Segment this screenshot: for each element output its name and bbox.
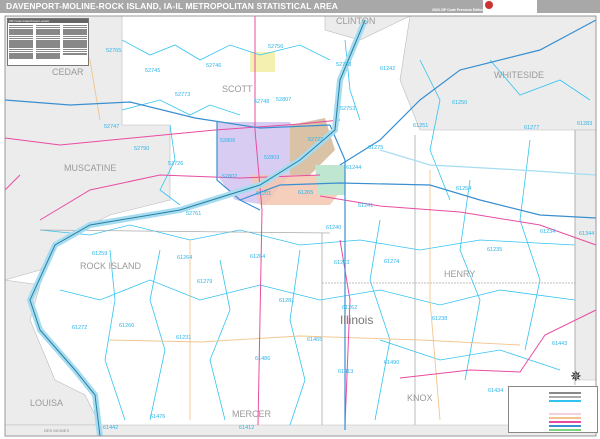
zip-label: 61231 xyxy=(176,335,191,341)
zip-label: 52722 xyxy=(308,137,323,143)
zip-label: 61265 xyxy=(298,190,313,196)
zip-label: 52761 xyxy=(186,211,201,217)
zip-label: 52802 xyxy=(222,174,237,180)
county-label-mercer: MERCER xyxy=(232,409,272,419)
edition-label: 2020 ZIP Code Premium Edition xyxy=(432,8,485,12)
county-label-louisa: LOUISA xyxy=(30,398,63,408)
zip-label: 52790 xyxy=(134,146,149,152)
zip-label: 61344 xyxy=(579,231,594,237)
zip-label: 61264 xyxy=(250,254,265,260)
publisher-logo xyxy=(483,0,537,13)
zip-label: 61281 xyxy=(279,298,294,304)
zip-label: 61279 xyxy=(197,279,212,285)
county-label-henry: HENRY xyxy=(444,269,475,279)
zip-label: 61244 xyxy=(346,165,361,171)
zip-label: 52745 xyxy=(145,68,160,74)
zip-label: 61283 xyxy=(577,121,592,127)
zip-label: 61240 xyxy=(326,225,341,231)
county-label-scott: SCOTT xyxy=(222,84,253,94)
zip-label: 52773 xyxy=(175,92,190,98)
title-bar: DAVENPORT-MOLINE-ROCK ISLAND, IA-IL METR… xyxy=(0,0,600,13)
zip-label: 61434 xyxy=(488,388,503,394)
zip-label: 61465 xyxy=(307,337,322,343)
map-canvas[interactable]: CLINTON CEDAR SCOTT WHITESIDE MUSCATINE … xyxy=(0,13,600,439)
zip-label: 52726 xyxy=(168,161,183,167)
zip-label: 61272 xyxy=(72,325,87,331)
zip-label: 61241 xyxy=(358,203,373,209)
zip-label: 61412 xyxy=(239,425,254,431)
zip-label: 61259 xyxy=(92,251,107,257)
state-label: Illinois xyxy=(340,313,373,327)
zip-label: 61275 xyxy=(368,145,383,151)
zip-label: 52748 xyxy=(254,99,269,105)
zip-label: 61264 xyxy=(177,255,192,261)
direction-label-des-moines: DES MOINES xyxy=(44,428,70,433)
zip-label: 61443 xyxy=(552,341,567,347)
zip-label: 61486 xyxy=(255,356,270,362)
zip-label: 61260 xyxy=(119,323,134,329)
zip-label: 61238 xyxy=(432,316,447,322)
zip-label: 52747 xyxy=(104,124,119,130)
zip-index-table: ZIP Code Index/Cross Locator xyxy=(7,18,89,66)
zip-label: 52803 xyxy=(264,155,279,161)
zip-label: 61476 xyxy=(150,414,165,420)
county-label-muscatine: MUSCATINE xyxy=(64,163,116,173)
zip-label: 52753 xyxy=(340,106,355,112)
zip-label: 52765 xyxy=(106,48,121,54)
map-title: DAVENPORT-MOLINE-ROCK ISLAND, IA-IL METR… xyxy=(6,1,339,11)
zip-label: 61201 xyxy=(256,191,271,197)
zip-label: 52807 xyxy=(276,97,291,103)
county-label-knox: KNOX xyxy=(407,393,433,403)
zip-label: 61251 xyxy=(413,123,428,129)
zip-label: 61490 xyxy=(384,360,399,366)
zip-label: 52806 xyxy=(220,138,235,144)
zip-label: 61250 xyxy=(452,100,467,106)
zip-label: 61234 xyxy=(540,229,555,235)
zip-label: 61413 xyxy=(338,369,353,375)
zip-label: 61242 xyxy=(380,66,395,72)
zip-label: 61235 xyxy=(487,247,502,253)
county-label-whiteside: WHITESIDE xyxy=(494,70,544,80)
county-label-clinton: CLINTON xyxy=(336,16,375,26)
zip-label: 61262 xyxy=(342,305,357,311)
zip-label: 52756 xyxy=(268,44,283,50)
zip-label: 61273 xyxy=(334,260,349,266)
county-label-cedar: CEDAR xyxy=(52,67,84,77)
zip-label: 61274 xyxy=(384,259,399,265)
zip-label: 61277 xyxy=(524,125,539,131)
compass-rose-icon: ✵ xyxy=(570,368,582,384)
map-legend xyxy=(508,386,598,433)
zip-label: 61442 xyxy=(103,425,118,431)
zip-label: 52768 xyxy=(336,62,351,68)
county-label-rock-island: ROCK ISLAND xyxy=(80,261,142,271)
zip-label: 52746 xyxy=(206,63,221,69)
zip-label: 61254 xyxy=(456,186,471,192)
